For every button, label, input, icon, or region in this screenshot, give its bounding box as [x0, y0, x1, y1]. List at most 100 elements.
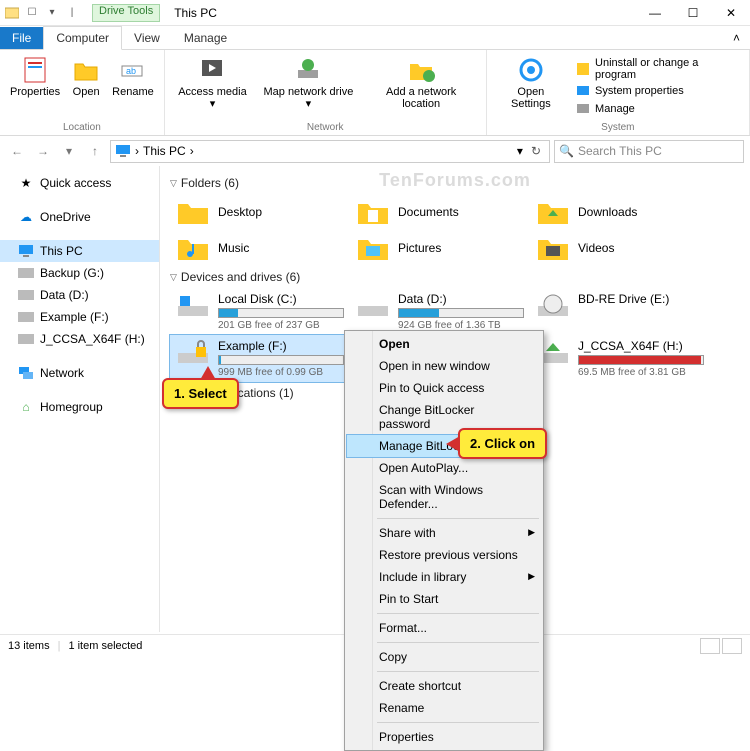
folder-pictures[interactable]: Pictures	[350, 230, 530, 266]
view-details-button[interactable]	[700, 638, 720, 654]
section-folders[interactable]: ▽Folders (6)	[170, 172, 740, 194]
open-button[interactable]: Open	[66, 52, 106, 122]
folder-downloads[interactable]: Downloads	[530, 194, 710, 230]
map-drive-icon	[294, 56, 322, 84]
up-button[interactable]: ↑	[84, 140, 106, 162]
ribbon-group-system: Open Settings Uninstall or change a prog…	[487, 50, 750, 135]
breadcrumb[interactable]: This PC	[143, 144, 186, 158]
manage-icon	[575, 101, 591, 117]
ctx-share-with[interactable]: Share with▶	[347, 522, 541, 544]
qat-properties-icon[interactable]: ☐	[24, 5, 40, 21]
ctx-format[interactable]: Format...	[347, 617, 541, 639]
nav-this-pc[interactable]: This PC	[0, 240, 159, 262]
ctx-properties[interactable]: Properties	[347, 726, 541, 748]
address-dropdown[interactable]: ▾	[517, 144, 523, 158]
folder-videos[interactable]: Videos	[530, 230, 710, 266]
properties-icon	[21, 56, 49, 84]
nav-backup[interactable]: Backup (G:)	[0, 262, 159, 284]
section-drives[interactable]: ▽Devices and drives (6)	[170, 266, 740, 288]
folder-desktop[interactable]: Desktop	[170, 194, 350, 230]
ribbon-collapse-button[interactable]: ˄	[723, 27, 750, 49]
folder-icon	[536, 198, 570, 226]
ctx-pin-start[interactable]: Pin to Start	[347, 588, 541, 610]
folder-icon	[176, 234, 210, 262]
ribbon-tabs: File Computer View Manage ˄	[0, 26, 750, 50]
folder-music[interactable]: Music	[170, 230, 350, 266]
status-selected-count: 1 item selected	[68, 640, 142, 652]
drive-bd[interactable]: BD-RE Drive (E:)	[530, 288, 710, 335]
folder-icon	[176, 198, 210, 226]
cloud-icon: ☁	[18, 209, 34, 225]
nav-data[interactable]: Data (D:)	[0, 284, 159, 306]
address-field[interactable]: › This PC › ▾ ↻	[110, 140, 550, 163]
ctx-include-library[interactable]: Include in library▶	[347, 566, 541, 588]
os-drive-icon	[176, 292, 210, 320]
network-icon	[18, 365, 34, 381]
app-icon	[4, 5, 20, 21]
sysprops-icon	[575, 83, 591, 99]
folder-icon	[356, 234, 390, 262]
manage-button[interactable]: Manage	[571, 100, 743, 118]
ctx-pin-quick-access[interactable]: Pin to Quick access	[347, 377, 541, 399]
access-media-button[interactable]: Access media ▾	[171, 52, 254, 122]
properties-button[interactable]: Properties	[6, 52, 64, 122]
ctx-rename[interactable]: Rename	[347, 697, 541, 719]
system-properties-button[interactable]: System properties	[571, 82, 743, 100]
nav-quick-access[interactable]: ★Quick access	[0, 172, 159, 194]
view-icons-button[interactable]	[722, 638, 742, 654]
nav-network[interactable]: Network	[0, 362, 159, 384]
star-icon: ★	[18, 175, 34, 191]
drive-icon	[18, 309, 34, 325]
drive-icon	[18, 331, 34, 347]
qat-dropdown-icon[interactable]: ▾	[44, 5, 60, 21]
ribbon-group-network: Access media ▾ Map network drive ▾ Add a…	[165, 50, 487, 135]
ribbon-group-location: Properties Open ab Rename Location	[0, 50, 165, 135]
tab-file[interactable]: File	[0, 27, 43, 49]
navigation-pane: ★Quick access ☁OneDrive This PC Backup (…	[0, 166, 160, 632]
drive-d[interactable]: Data (D:)924 GB free of 1.36 TB	[350, 288, 530, 335]
uninstall-icon	[575, 61, 591, 77]
uninstall-button[interactable]: Uninstall or change a program	[571, 56, 743, 82]
ctx-open-autoplay[interactable]: Open AutoPlay...	[347, 457, 541, 479]
refresh-button[interactable]: ↻	[527, 144, 545, 158]
status-item-count: 13 items	[8, 640, 50, 652]
folder-documents[interactable]: Documents	[350, 194, 530, 230]
add-location-icon	[407, 56, 435, 84]
ctx-scan-defender[interactable]: Scan with Windows Defender...	[347, 479, 541, 515]
window-title: This PC	[168, 6, 217, 20]
ctx-open[interactable]: Open	[347, 333, 541, 355]
add-network-location-button[interactable]: Add a network location	[363, 52, 480, 122]
ctx-create-shortcut[interactable]: Create shortcut	[347, 675, 541, 697]
nav-jccsa[interactable]: J_CCSA_X64F (H:)	[0, 328, 159, 350]
nav-example[interactable]: Example (F:)	[0, 306, 159, 328]
forward-button[interactable]: →	[32, 140, 54, 162]
rename-button[interactable]: ab Rename	[108, 52, 158, 122]
drive-icon	[356, 292, 390, 320]
ctx-restore-versions[interactable]: Restore previous versions	[347, 544, 541, 566]
open-settings-button[interactable]: Open Settings	[493, 52, 569, 122]
nav-homegroup[interactable]: ⌂Homegroup	[0, 396, 159, 418]
ctx-copy[interactable]: Copy	[347, 646, 541, 668]
drive-c[interactable]: Local Disk (C:)201 GB free of 237 GB	[170, 288, 350, 335]
submenu-arrow-icon: ▶	[528, 527, 535, 538]
optical-drive-icon	[536, 292, 570, 320]
map-drive-button[interactable]: Map network drive ▾	[256, 52, 360, 122]
ctx-open-new-window[interactable]: Open in new window	[347, 355, 541, 377]
ribbon: Properties Open ab Rename Location Acces…	[0, 50, 750, 136]
nav-onedrive[interactable]: ☁OneDrive	[0, 206, 159, 228]
breadcrumb-separator: ›	[190, 144, 194, 158]
drive-icon	[18, 287, 34, 303]
close-button[interactable]: ✕	[712, 0, 750, 26]
locked-drive-icon	[176, 339, 210, 367]
search-input[interactable]: 🔍 Search This PC	[554, 140, 744, 163]
drive-f[interactable]: Example (F:)999 MB free of 0.99 GB	[170, 335, 350, 382]
tab-view[interactable]: View	[122, 27, 172, 49]
tab-manage[interactable]: Manage	[172, 27, 239, 49]
tab-computer[interactable]: Computer	[43, 26, 122, 50]
maximize-button[interactable]: ☐	[674, 0, 712, 26]
pc-icon	[18, 243, 34, 259]
minimize-button[interactable]: —	[636, 0, 674, 26]
recent-dropdown[interactable]: ▾	[58, 140, 80, 162]
back-button[interactable]: ←	[6, 140, 28, 162]
drive-h[interactable]: J_CCSA_X64F (H:)69.5 MB free of 3.81 GB	[530, 335, 710, 382]
